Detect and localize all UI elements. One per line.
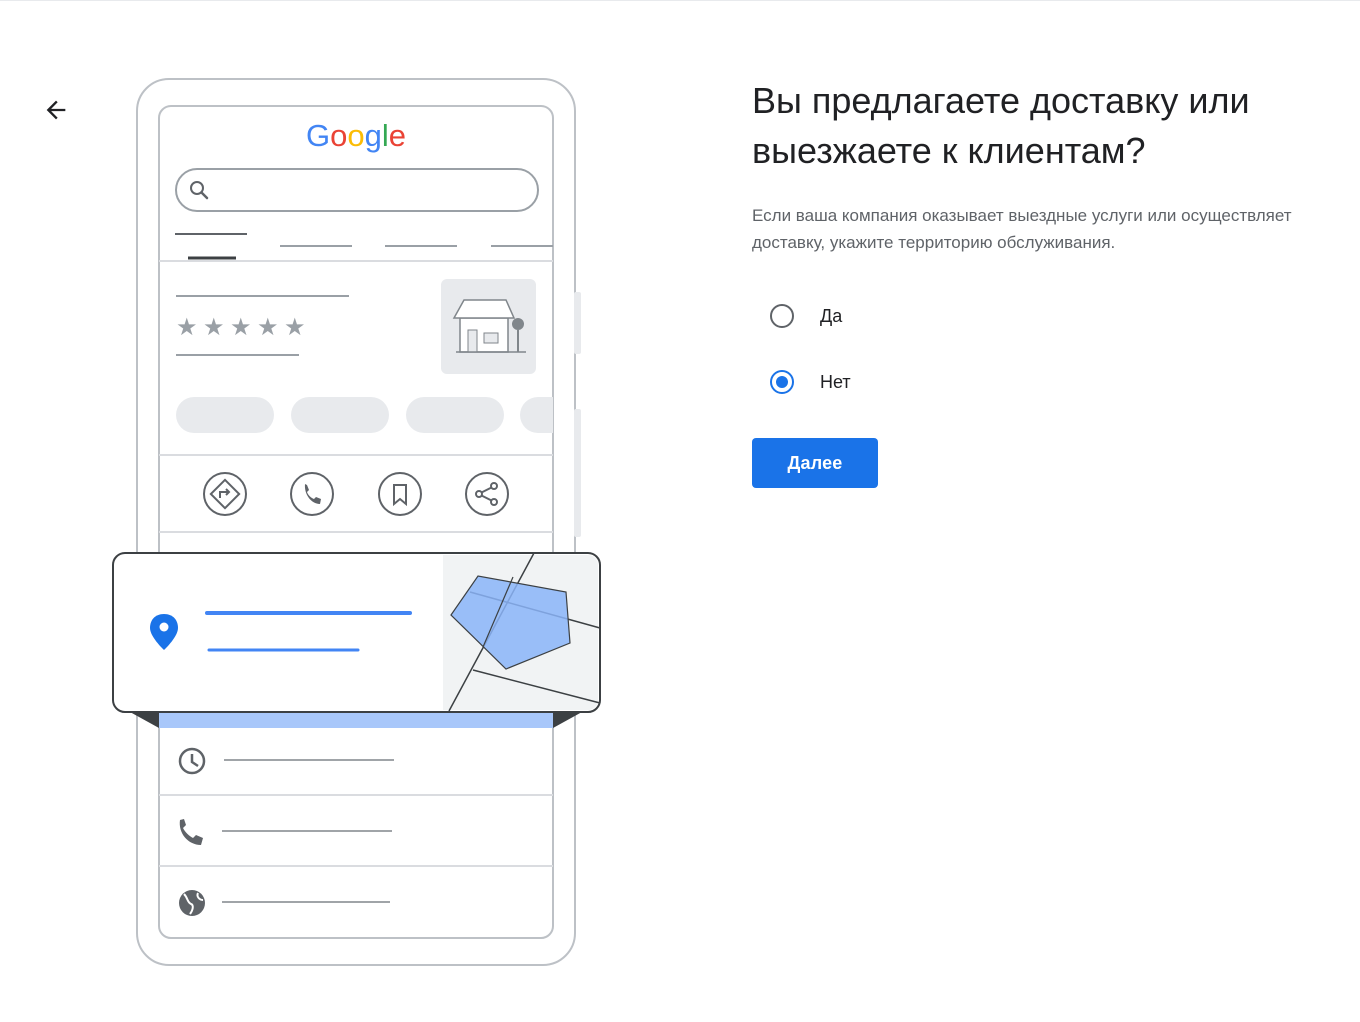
rating-stars: ★ ★ ★ ★ ★ (176, 313, 306, 341)
svg-text:★: ★ (257, 313, 279, 341)
mock-search-bar (175, 168, 539, 212)
globe-icon (179, 890, 205, 916)
directions-icon (203, 472, 247, 516)
phone-icon (290, 472, 334, 516)
page-title: Вы предлагаете доставку или выезжаете к … (752, 80, 1250, 171)
service-area-card (112, 552, 601, 713)
phone-mockup: Google ★ ★ ★ ★ ★ (112, 78, 601, 966)
next-button[interactable]: Далее (752, 438, 878, 488)
radio-yes-label: Да (820, 305, 843, 326)
svg-text:★: ★ (284, 313, 306, 341)
bookmark-icon (378, 472, 422, 516)
radio-no-label: Нет (820, 371, 851, 392)
svg-text:★: ★ (176, 313, 198, 341)
radio-option-no[interactable]: Нет (770, 362, 1342, 402)
svg-text:★: ★ (203, 313, 225, 341)
google-logo: Google (306, 118, 406, 153)
question-panel: Вы предлагаете доставку или выезжаете к … (752, 76, 1342, 488)
page: Google ★ ★ ★ ★ ★ Вы предлагаете доставку… (0, 0, 1360, 1022)
page-description: Если ваша компания оказывает выездные ус… (752, 206, 1292, 252)
delivery-radio-group: Да Нет (770, 296, 1342, 402)
top-divider (0, 0, 1360, 1)
radio-no-circle[interactable] (770, 370, 794, 394)
svg-text:★: ★ (230, 313, 252, 341)
back-button[interactable] (36, 90, 76, 130)
radio-yes-circle[interactable] (770, 304, 794, 328)
radio-option-yes[interactable]: Да (770, 296, 1342, 336)
storefront-thumbnail (441, 279, 536, 374)
business-profile-illustration: Google ★ ★ ★ ★ ★ (108, 74, 608, 974)
share-icon (465, 472, 509, 516)
arrow-back-icon (46, 100, 66, 120)
